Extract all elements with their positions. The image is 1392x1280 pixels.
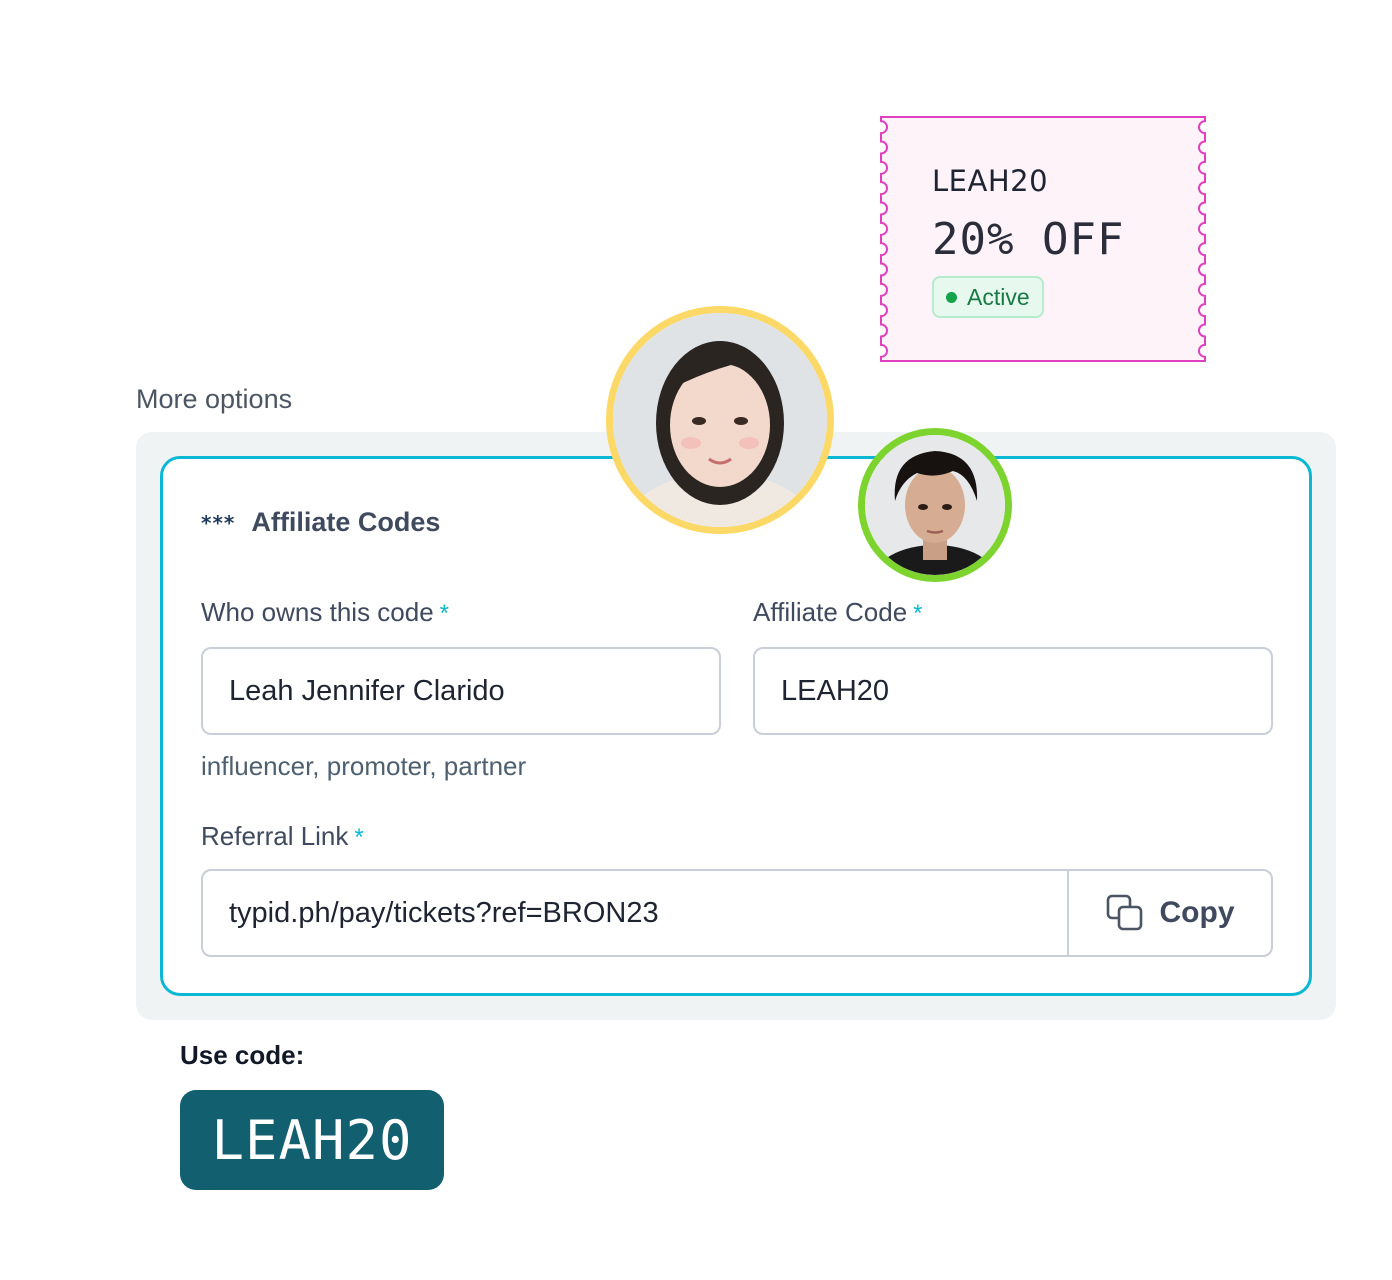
avatar-woman (606, 306, 834, 534)
required-marker: * (439, 600, 450, 627)
status-text: Active (967, 283, 1030, 310)
coupon-discount: 20% OFF (932, 214, 1125, 265)
use-code-label: Use code: (180, 1040, 305, 1070)
owner-hint: influencer, promoter, partner (201, 751, 527, 781)
asterisks-icon: *** (201, 510, 236, 535)
affiliate-code-label-text: Affiliate Code (753, 597, 908, 627)
referral-link-input[interactable]: typid.ph/pay/tickets?ref=BRON23 (203, 871, 1067, 955)
affiliate-codes-card: *** Affiliate Codes Who owns this code * … (160, 456, 1312, 996)
card-title: Affiliate Codes (251, 507, 441, 537)
referral-link-field: typid.ph/pay/tickets?ref=BRON23 Copy (201, 869, 1273, 957)
referral-link-label-text: Referral Link (201, 821, 349, 851)
affiliate-code-label: Affiliate Code * (753, 597, 923, 628)
use-code-value: LEAH20 (211, 1108, 413, 1172)
coupon-code: LEAH20 (932, 164, 1049, 198)
more-options-label: More options (136, 384, 293, 414)
copy-button[interactable]: Copy (1067, 871, 1271, 955)
required-marker: * (913, 600, 923, 627)
owner-input-value: Leah Jennifer Clarido (229, 674, 505, 707)
owner-input[interactable]: Leah Jennifer Clarido (201, 647, 721, 735)
use-code-pill: LEAH20 (180, 1090, 444, 1190)
owner-label: Who owns this code * (201, 597, 449, 628)
avatar-man (858, 428, 1012, 582)
affiliate-code-input[interactable]: LEAH20 (753, 647, 1273, 735)
coupon-card: LEAH20 20% OFF Active (880, 116, 1206, 362)
copy-button-label: Copy (1159, 896, 1235, 929)
affiliate-code-input-value: LEAH20 (781, 674, 890, 707)
referral-link-value: typid.ph/pay/tickets?ref=BRON23 (229, 896, 659, 929)
required-marker: * (354, 824, 364, 851)
owner-label-text: Who owns this code (201, 597, 434, 627)
status-badge: Active (932, 276, 1044, 318)
status-dot-icon (946, 291, 957, 303)
referral-link-label: Referral Link * (201, 821, 364, 852)
copy-icon (1106, 894, 1142, 931)
card-header: *** Affiliate Codes (201, 507, 440, 538)
